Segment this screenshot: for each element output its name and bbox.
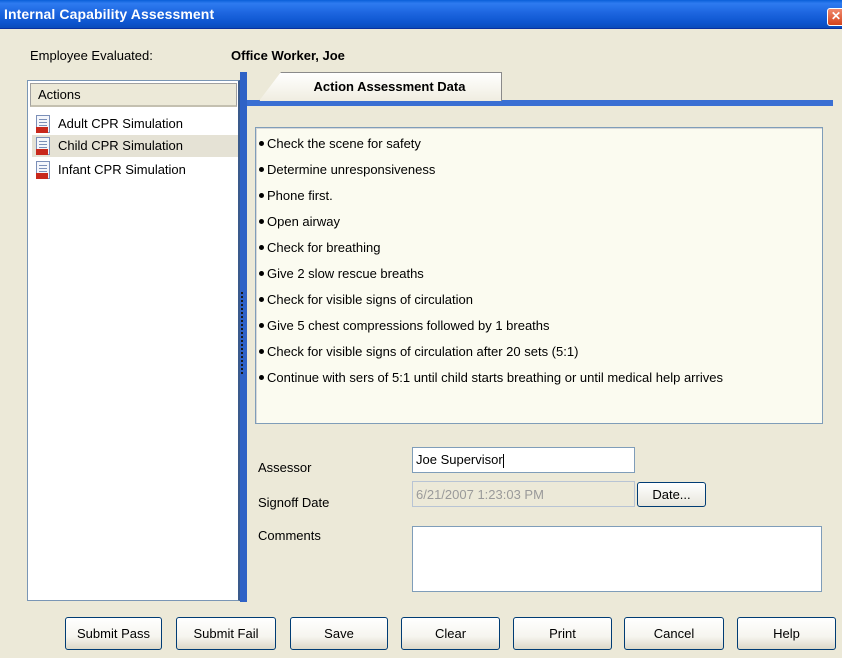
steps-list[interactable]: Check the scene for safety Determine unr… [255, 127, 823, 424]
assessment-window: Internal Capability Assessment ✕ Employe… [0, 0, 842, 658]
bullet-icon [259, 219, 264, 225]
comments-label: Comments [258, 528, 321, 543]
action-item-label: Child CPR Simulation [58, 138, 183, 153]
cancel-button[interactable]: Cancel [624, 617, 724, 650]
title-bar[interactable]: Internal Capability Assessment ✕ [0, 0, 842, 29]
bullet-icon [259, 349, 264, 355]
list-item: Check for visible signs of circulation a… [259, 344, 578, 359]
list-item: Check for breathing [259, 240, 380, 255]
print-button[interactable]: Print [513, 617, 612, 650]
window-title: Internal Capability Assessment [4, 6, 215, 22]
bullet-icon [259, 167, 264, 173]
date-picker-button[interactable]: Date... [637, 482, 706, 507]
bullet-icon [259, 297, 264, 303]
clear-button[interactable]: Clear [401, 617, 500, 650]
bullet-icon [259, 141, 264, 147]
action-item-child-cpr[interactable]: Child CPR Simulation [32, 135, 238, 157]
employee-label: Employee Evaluated: [30, 48, 153, 63]
html-document-icon [36, 161, 50, 179]
assessor-field[interactable]: Joe Supervisor [412, 447, 635, 473]
actions-list-panel: Actions Adult CPR Simulation Child CPR S… [27, 80, 240, 601]
action-item-label: Infant CPR Simulation [58, 162, 186, 177]
action-item-infant-cpr[interactable]: Infant CPR Simulation [32, 159, 238, 181]
list-item: Give 5 chest compressions followed by 1 … [259, 318, 550, 333]
close-icon[interactable]: ✕ [827, 8, 842, 26]
bullet-icon [259, 245, 264, 251]
signoff-date-label: Signoff Date [258, 495, 330, 510]
submit-pass-button[interactable]: Submit Pass [65, 617, 162, 650]
list-item: Open airway [259, 214, 340, 229]
assessor-value: Joe Supervisor [416, 452, 503, 467]
bullet-icon [259, 323, 264, 329]
tab-action-assessment-data[interactable]: Action Assessment Data [259, 72, 502, 101]
text-caret [502, 453, 504, 468]
employee-name: Office Worker, Joe [231, 48, 345, 63]
submit-fail-button[interactable]: Submit Fail [176, 617, 276, 650]
list-item: Check for visible signs of circulation [259, 292, 473, 307]
bullet-icon [259, 271, 264, 277]
html-document-icon [36, 115, 50, 133]
help-button[interactable]: Help [737, 617, 836, 650]
list-item: Check the scene for safety [259, 136, 421, 151]
signoff-date-field: 6/21/2007 1:23:03 PM [412, 481, 635, 507]
list-item: Give 2 slow rescue breaths [259, 266, 424, 281]
list-item: Phone first. [259, 188, 333, 203]
list-item: Determine unresponsiveness [259, 162, 435, 177]
comments-field[interactable] [412, 526, 822, 592]
splitter-grip-icon[interactable] [241, 292, 245, 374]
actions-header[interactable]: Actions [30, 83, 237, 107]
bullet-icon [259, 375, 264, 381]
list-item: Continue with sers of 5:1 until child st… [259, 370, 723, 385]
assessor-label: Assessor [258, 460, 312, 475]
action-item-label: Adult CPR Simulation [58, 116, 183, 131]
html-document-icon [36, 137, 50, 155]
save-button[interactable]: Save [290, 617, 388, 650]
action-item-adult-cpr[interactable]: Adult CPR Simulation [32, 113, 238, 135]
bullet-icon [259, 193, 264, 199]
